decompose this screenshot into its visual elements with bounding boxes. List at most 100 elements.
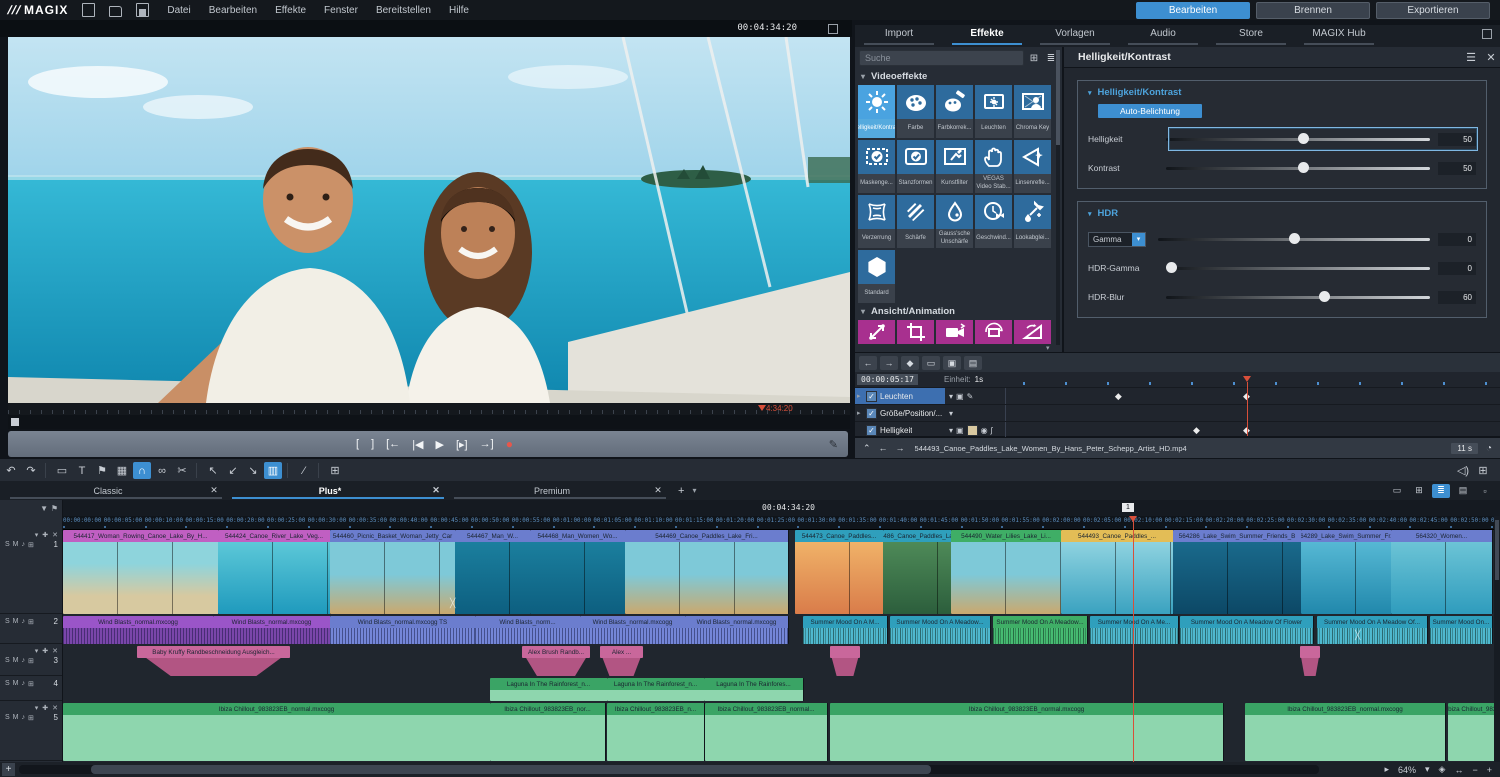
track-options-icon[interactable]: ⊞ <box>28 541 34 549</box>
clip[interactable]: 564286_Lake_Swim_Summer_Friends_B <box>1173 530 1302 614</box>
keyframe-row-leuchten[interactable]: ▸✓Leuchten▾▣✎◆◆ <box>855 388 1500 405</box>
clip[interactable]: Summer Mood On A Meadow... <box>890 616 991 644</box>
clip[interactable]: Wind Blasts_norm... <box>475 616 581 644</box>
slider-thumb[interactable] <box>1298 162 1309 173</box>
track-lane-4[interactable]: Laguna In The Rainforest_n... Laguna In T… <box>62 678 1500 701</box>
clip[interactable]: Wind Blasts_normal.mxcogg <box>213 616 331 644</box>
clip[interactable]: Ibiza Chillout_983823EB_normal... <box>705 703 828 761</box>
grid-view-icon[interactable]: ⊞ <box>1027 51 1041 65</box>
center-playhead[interactable]: ◈ <box>1439 764 1446 775</box>
clip[interactable]: Summer Mood On... <box>1430 616 1493 644</box>
timeline-tab-premium[interactable]: Premium✕ <box>454 481 666 500</box>
solo-button[interactable]: S <box>5 680 10 687</box>
effect-tile-verzerrung[interactable]: Verzerrung <box>858 195 895 248</box>
clip[interactable]: Summer Mood On A Me... <box>1090 616 1179 644</box>
effect-tile-geschwind-[interactable]: Geschwind... <box>975 195 1012 248</box>
effect-tile-farbe[interactable]: Farbe <box>897 85 934 138</box>
mark-in-button[interactable]: [ <box>356 438 359 450</box>
clip[interactable]: Ibiza Chillout_983823EB_n... <box>607 703 705 761</box>
video-preview[interactable] <box>8 37 850 403</box>
keyframe-row-gr-e-position-[interactable]: ▸✓Größe/Position/...▾ <box>855 405 1500 422</box>
preview-mini-ruler[interactable]: 4:34:20 <box>8 403 850 415</box>
effect-tile-rotate[interactable] <box>975 320 1012 344</box>
effect-tile-vegas-video-stab-[interactable]: VEGAS Video Stab... <box>975 140 1012 193</box>
slider-thumb[interactable] <box>1289 233 1300 244</box>
track-header-3[interactable]: ▾✚✕SM♪⊞3 <box>0 646 62 676</box>
solo-button[interactable]: S <box>5 541 10 548</box>
timeline-hscrollbar[interactable] <box>19 765 1319 774</box>
enable-checkbox[interactable]: ✓ <box>866 391 877 402</box>
timeline-tab-plus[interactable]: Plus*✕ <box>232 481 444 500</box>
menu-bearbeiten[interactable]: Bearbeiten <box>209 5 257 16</box>
collapse-track-icon[interactable]: ▾ <box>35 704 39 712</box>
keyframe-diamond[interactable]: ◆ <box>1193 425 1200 436</box>
clip[interactable]: Laguna In The Rainfores... <box>704 678 804 701</box>
prev-keyframe-button[interactable]: ← <box>859 356 877 370</box>
effect-tile-lookabglei-[interactable]: Lookabglei... <box>1014 195 1051 248</box>
audio-mute-button[interactable]: ◁) <box>1454 462 1472 479</box>
title-clip[interactable] <box>830 646 860 676</box>
slider-value[interactable]: 0 <box>1438 262 1476 275</box>
keyframe-timecode[interactable]: 00:00:05:17 <box>857 374 918 385</box>
menu-datei[interactable]: Datei <box>167 5 190 16</box>
mute-button[interactable]: M <box>13 714 19 721</box>
close-tab-icon[interactable]: ✕ <box>650 485 666 496</box>
clip[interactable]: Laguna In The Rainforest_n... <box>490 678 608 701</box>
color-swatch[interactable] <box>967 425 978 436</box>
menu-effekte[interactable]: Effekte <box>275 5 306 16</box>
effect-tile-kunstfilter[interactable]: Kunstfilter <box>936 140 973 193</box>
redo-button[interactable]: ↷ <box>22 462 40 479</box>
timeline-tab-classic[interactable]: Classic✕ <box>10 481 222 500</box>
fit-project[interactable]: ↔ <box>1454 765 1463 775</box>
mark-out-button[interactable]: ] <box>371 438 374 450</box>
filter-funnel-icon[interactable]: ▼ <box>40 504 48 513</box>
close-tab-icon[interactable]: ✕ <box>206 485 222 496</box>
title-clip[interactable]: Alex ... <box>600 646 643 676</box>
add-icon[interactable]: ✚ <box>42 647 48 655</box>
zoom-out[interactable]: − <box>1472 765 1477 775</box>
clip[interactable]: Ibiza Chillout_983823EB_nor... <box>490 703 606 761</box>
slider-thumb[interactable] <box>1298 133 1309 144</box>
slider-thumb[interactable] <box>1166 262 1177 273</box>
title-clip[interactable] <box>1300 646 1320 676</box>
add-icon[interactable]: ✚ <box>42 531 48 539</box>
mute-button[interactable]: M <box>13 541 19 548</box>
track-header-5[interactable]: ▾✚✕SM♪⊞5 <box>0 703 62 761</box>
clip[interactable]: Ibiza Chillout_983823EB_normal.mxcogg <box>63 703 491 761</box>
clip[interactable]: Summer Mood On A Meadow Of... <box>1317 616 1428 644</box>
section-header[interactable]: ▾Videoeffekte <box>855 68 1062 85</box>
mute-button[interactable]: M <box>13 618 19 625</box>
tab-magix-hub[interactable]: MAGIX Hub <box>1295 25 1383 47</box>
pencil-icon[interactable]: ✎ <box>967 392 974 401</box>
slider-thumb[interactable] <box>1319 291 1330 302</box>
auto-exposure-button[interactable]: Auto-Belichtung <box>1098 104 1202 118</box>
slider-value[interactable]: 0 <box>1438 233 1476 246</box>
prev-object-icon[interactable]: ← <box>879 443 888 453</box>
add-icon[interactable]: ✚ <box>42 704 48 712</box>
crossfade-icon[interactable]: ╳ <box>1355 630 1360 641</box>
browser-scroll-thumb[interactable] <box>1056 50 1060 145</box>
mute-button[interactable]: M <box>13 680 19 687</box>
close-icon[interactable]: ✕ <box>52 531 58 539</box>
effect-tile-stanzformen[interactable]: Stanzformen <box>897 140 934 193</box>
clock-icon[interactable]: ◔ <box>1486 443 1492 454</box>
clip[interactable]: 544460_Picnic_Basket_Woman_Jetty_Car <box>330 530 456 614</box>
slider-value[interactable]: 50 <box>1438 162 1476 175</box>
track-header-4[interactable]: SM♪⊞4 <box>0 678 62 701</box>
object-chart-button[interactable]: ▦ <box>113 462 131 479</box>
menu-fenster[interactable]: Fenster <box>324 5 358 16</box>
undo-button[interactable]: ↶ <box>2 462 20 479</box>
clip[interactable]: 544469_Canoe_Paddles_Lake_Fri... <box>625 530 789 614</box>
clip[interactable]: 544424_Canoe_River_Lake_Veg... <box>218 530 331 614</box>
slider-track[interactable] <box>1166 267 1430 270</box>
slider-value[interactable]: 60 <box>1438 291 1476 304</box>
mixer-grid-button[interactable]: ⊞ <box>1474 462 1492 479</box>
effect-tile-camera[interactable] <box>936 320 973 344</box>
collapse-track-icon[interactable]: ▾ <box>35 531 39 539</box>
snap-magnet-button[interactable]: ∩ <box>133 462 151 479</box>
audio-icon[interactable]: ♪ <box>22 541 26 548</box>
keyframe-lane[interactable] <box>1005 405 1500 421</box>
clip[interactable]: Wind Blasts_normal.mxcogg <box>580 616 686 644</box>
slider-track[interactable] <box>1166 167 1430 170</box>
slider-track[interactable] <box>1166 138 1430 141</box>
